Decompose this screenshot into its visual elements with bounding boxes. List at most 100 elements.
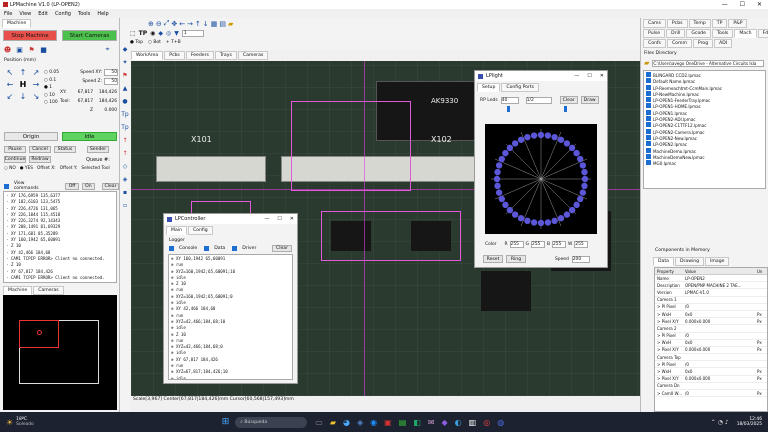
tab-data[interactable]: Data [653,257,674,266]
path-input[interactable]: C:\Users\avego OneDrive - Alternative Ci… [652,59,765,67]
slider-handle[interactable] [507,106,510,112]
top-bottom-toggle[interactable]: + T+B [166,40,181,45]
app-icon[interactable]: ◧ [413,418,421,427]
ring-preview[interactable] [485,124,597,234]
jog-down-left-icon[interactable]: ↙ [4,92,16,103]
table-row[interactable]: Camera 1 [655,297,767,304]
tab-workarea[interactable]: WorkArea [131,51,164,60]
ring-led[interactable] [502,149,509,157]
clear-log-button[interactable]: Clear [101,182,119,190]
tab-comm[interactable]: Comm [666,39,692,48]
menu-file[interactable]: File [4,11,12,17]
app-icon[interactable]: ◐ [455,418,462,427]
tp-icon[interactable]: TP [139,30,148,37]
tab-tp[interactable]: TP [711,19,728,28]
disk-icon[interactable]: ■ [39,45,48,54]
tray-icons[interactable]: ⌃ ◔ ♪ [711,419,729,426]
arrow-down-icon[interactable]: ↓ [203,20,209,28]
app-icon[interactable]: ▭ [315,418,323,427]
lpl-draw-button[interactable]: Draw [580,96,599,104]
tool-icon[interactable]: ◆ [123,46,128,53]
ring-led[interactable] [577,195,584,203]
windows-start-icon[interactable]: ⊞ [222,417,230,427]
cancel-button[interactable]: Cancel [29,146,51,153]
table-row[interactable]: Camera Dn [655,383,767,390]
ring-led[interactable] [524,217,531,225]
sender-button[interactable]: Sender [87,146,109,153]
rp-leds-select[interactable]: 40 [500,96,519,104]
speed-z-input[interactable]: 50 [104,78,118,85]
radio-no[interactable]: ○ NO [4,166,16,171]
tool-icon[interactable]: Tp [121,124,128,131]
w-input[interactable]: 255 [574,241,589,248]
stop-machine-button[interactable]: Stop Machine [3,30,57,41]
ring-led[interactable] [494,182,501,190]
tool-icon[interactable]: ▲ [123,85,128,92]
tab-trays[interactable]: Trays [214,51,237,60]
ring-button[interactable]: Ring [506,255,526,263]
ring-led[interactable] [557,215,565,222]
menu-tools[interactable]: Tools [78,11,90,17]
eye-icon[interactable]: ◎ [166,30,171,37]
minimize-icon[interactable]: — [574,73,579,79]
b-input[interactable]: 255 [551,241,566,248]
jog-down-right-icon[interactable]: ↘ [30,92,42,103]
ring-led[interactable] [511,140,519,147]
tab-main[interactable]: Main [166,226,187,235]
bot-radio[interactable]: ○ Bot [148,40,161,45]
r-input[interactable]: 255 [509,241,524,248]
radio-yes[interactable]: ● YES [20,166,33,171]
ring-led[interactable] [498,155,505,163]
tool-icon[interactable]: ● [122,98,127,105]
ring-led[interactable] [517,215,525,222]
redraw-button[interactable]: Redraw [29,156,51,163]
zoom-select[interactable]: 1 [181,30,204,37]
menu-view[interactable]: View [19,11,31,17]
tab-feeders[interactable]: Feeders [185,51,214,60]
command-log[interactable]: · XY 176,6959 135,6377 · XY 182,6103 123… [3,191,117,283]
table-row[interactable]: > Pixel X/Y 0.000x0.000 Px [655,318,767,326]
lpl-clear-button[interactable]: Clear [559,96,578,104]
status-button[interactable]: Status [54,146,76,153]
select-icon[interactable]: ⬚ [130,30,136,37]
menu-edit[interactable]: Edit [38,11,48,17]
step-option[interactable]: ○ 0.1 [44,77,59,85]
zoom-in-icon[interactable]: ⊕ [148,20,154,28]
table-row[interactable]: > Pixel X/Y 0.000x0.000 Px [655,347,767,355]
minimap[interactable] [3,295,117,410]
ring-led[interactable] [551,217,558,225]
ring-led[interactable] [537,219,545,227]
division-select[interactable]: 1/2 [525,96,552,104]
folder-up-icon[interactable]: ▰ [644,59,649,67]
menu-help[interactable]: Help [97,11,108,17]
step-option[interactable]: ○ 10 [44,92,59,100]
app-icon[interactable]: ◆ [442,418,448,427]
tab-drill[interactable]: Drill [666,29,686,38]
minimize-icon[interactable]: — [264,216,269,222]
table-row[interactable]: > Pl Pixel/0 [655,361,767,369]
ring-led[interactable] [511,211,519,218]
tab-adi[interactable]: ADI [714,39,733,48]
ring-led[interactable] [581,168,588,176]
view-commands-checkbox[interactable] [4,183,9,189]
jog-up-left-icon[interactable]: ↖ [4,68,16,79]
data-checkbox[interactable] [204,246,210,251]
files-list[interactable]: BLINGARD CCD2.lpmac Default Name.lpmac L… [643,70,766,189]
jog-up-right-icon[interactable]: ↗ [30,68,42,79]
close-icon[interactable]: ✕ [290,216,294,222]
off-button[interactable]: Off [65,182,79,190]
reset-button[interactable]: Reset [483,255,503,263]
app-icon[interactable]: ▤ [399,418,407,427]
ring-led[interactable] [495,189,503,196]
tab-image[interactable]: Image [705,257,730,266]
light-icon[interactable]: ◆ [158,30,163,37]
maximize-icon[interactable]: ☐ [277,216,281,222]
save-icon[interactable]: ▣ [15,45,24,54]
ring-led[interactable] [579,162,587,169]
tab-machine-bottom[interactable]: Machine [3,286,33,295]
layers-icon[interactable]: ▤ [219,20,226,28]
ring-led[interactable] [537,131,545,139]
on-button[interactable]: On [81,182,95,190]
maximize-icon[interactable]: ☐ [587,73,591,79]
tab-pcbs[interactable]: Pcbs [164,51,185,60]
